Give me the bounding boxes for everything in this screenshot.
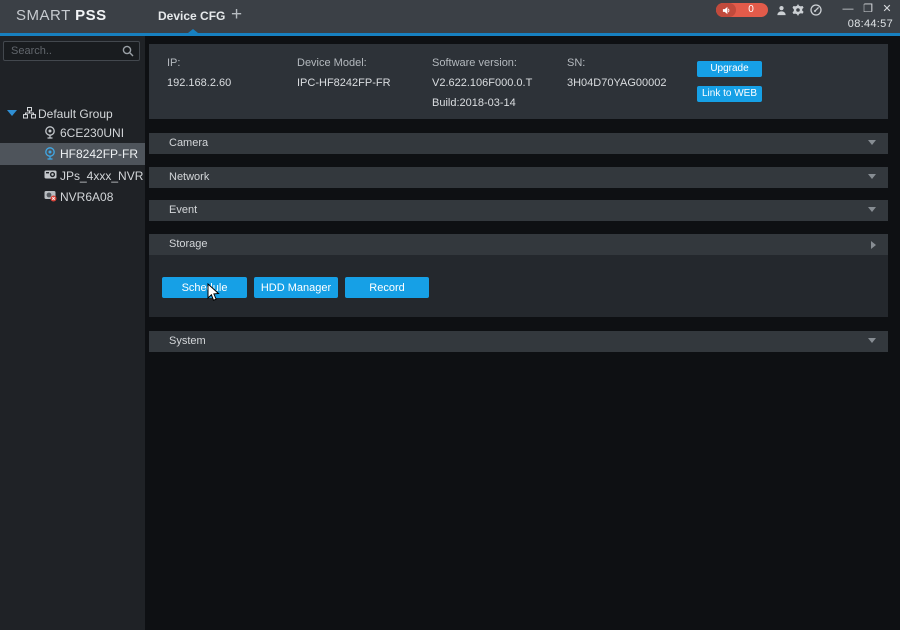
device-tree-sidebar: Default Group 6CE230UNI HF8242FP-FR JPs_…	[0, 36, 145, 630]
tree-group-label: Default Group	[38, 107, 113, 121]
upgrade-button[interactable]: Upgrade	[697, 61, 762, 77]
section-network[interactable]: Network	[149, 167, 888, 188]
section-system[interactable]: System	[149, 331, 888, 352]
tab-accent-notch	[188, 29, 198, 33]
app-logo: SMART PSS	[16, 7, 107, 24]
chevron-down-icon	[868, 174, 876, 179]
app-logo-bold: PSS	[75, 7, 107, 24]
device-info-panel: IP: 192.168.2.60 Device Model: IPC-HF824…	[149, 44, 888, 119]
link-to-web-button[interactable]: Link to WEB	[697, 86, 762, 102]
build-date-value: Build:2018-03-14	[432, 97, 516, 109]
section-label: Storage	[169, 238, 208, 250]
speaker-icon	[716, 3, 736, 17]
section-label: Event	[169, 204, 197, 216]
clock: 08:44:57	[848, 18, 893, 30]
alarm-badge[interactable]: 0	[716, 3, 768, 17]
section-camera[interactable]: Camera	[149, 133, 888, 154]
alarm-count: 0	[740, 4, 762, 15]
section-event[interactable]: Event	[149, 200, 888, 221]
device-label: 6CE230UNI	[60, 126, 124, 140]
search-input[interactable]	[11, 43, 116, 59]
close-button[interactable]: ✕	[879, 2, 895, 16]
chevron-down-icon	[868, 338, 876, 343]
nvr-alert-icon	[44, 190, 57, 202]
gear-icon[interactable]	[791, 3, 805, 17]
nvr-box-icon	[44, 169, 57, 180]
ip-value: 192.168.2.60	[167, 77, 231, 89]
section-storage[interactable]: Storage	[149, 234, 888, 255]
device-cfg-main: IP: 192.168.2.60 Device Model: IPC-HF824…	[145, 36, 900, 630]
tree-device-hf8242fp-fr-selected[interactable]: HF8242FP-FR	[0, 143, 145, 165]
software-version-label: Software version:	[432, 57, 517, 69]
sn-value: 3H04D70YAG00002	[567, 77, 666, 89]
net-monitor-icon[interactable]	[809, 3, 823, 17]
storage-section-body: Schedule HDD Manager Record	[149, 255, 888, 317]
chevron-down-icon	[868, 140, 876, 145]
tree-device-jps-4xxx-nvr[interactable]: JPs_4xxx_NVR	[0, 165, 145, 187]
tab-device-cfg[interactable]: Device CFG	[158, 9, 225, 23]
maximize-button[interactable]: ❐	[860, 2, 876, 16]
section-label: Camera	[169, 137, 208, 149]
new-tab-button[interactable]: +	[231, 4, 242, 26]
model-label: Device Model:	[297, 57, 367, 69]
chevron-down-icon	[868, 207, 876, 212]
ip-label: IP:	[167, 57, 180, 69]
model-value: IPC-HF8242FP-FR	[297, 77, 391, 89]
ipc-camera-icon	[44, 126, 56, 139]
search-icon[interactable]	[122, 45, 134, 57]
device-label: JPs_4xxx_NVR	[60, 169, 143, 183]
tree-device-6ce230uni[interactable]: 6CE230UNI	[0, 122, 145, 144]
tree-group-default-group[interactable]: Default Group	[0, 104, 145, 124]
search-box[interactable]	[3, 41, 140, 61]
section-label: System	[169, 335, 206, 347]
section-label: Network	[169, 171, 209, 183]
record-button[interactable]: Record	[345, 277, 429, 298]
group-icon	[23, 107, 36, 119]
smart-pss-window: SMART PSS Device CFG + 0 — ❐ ✕ 08:44:57	[0, 0, 900, 630]
titlebar: SMART PSS Device CFG + 0 — ❐ ✕ 08:44:57	[0, 0, 900, 33]
sn-label: SN:	[567, 57, 585, 69]
hdd-manager-button[interactable]: HDD Manager	[254, 277, 338, 298]
device-label: HF8242FP-FR	[60, 147, 138, 161]
chevron-down-icon[interactable]	[7, 110, 17, 116]
ipc-camera-icon	[44, 147, 56, 160]
user-icon[interactable]	[774, 3, 788, 17]
minimize-button[interactable]: —	[840, 2, 856, 16]
device-label: NVR6A08	[60, 190, 113, 204]
chevron-right-icon	[871, 241, 876, 249]
app-logo-light: SMART	[16, 7, 75, 24]
software-version-value: V2.622.106F000.0.T	[432, 77, 532, 89]
schedule-button[interactable]: Schedule	[162, 277, 247, 298]
tree-device-nvr6a08[interactable]: NVR6A08	[0, 186, 145, 208]
